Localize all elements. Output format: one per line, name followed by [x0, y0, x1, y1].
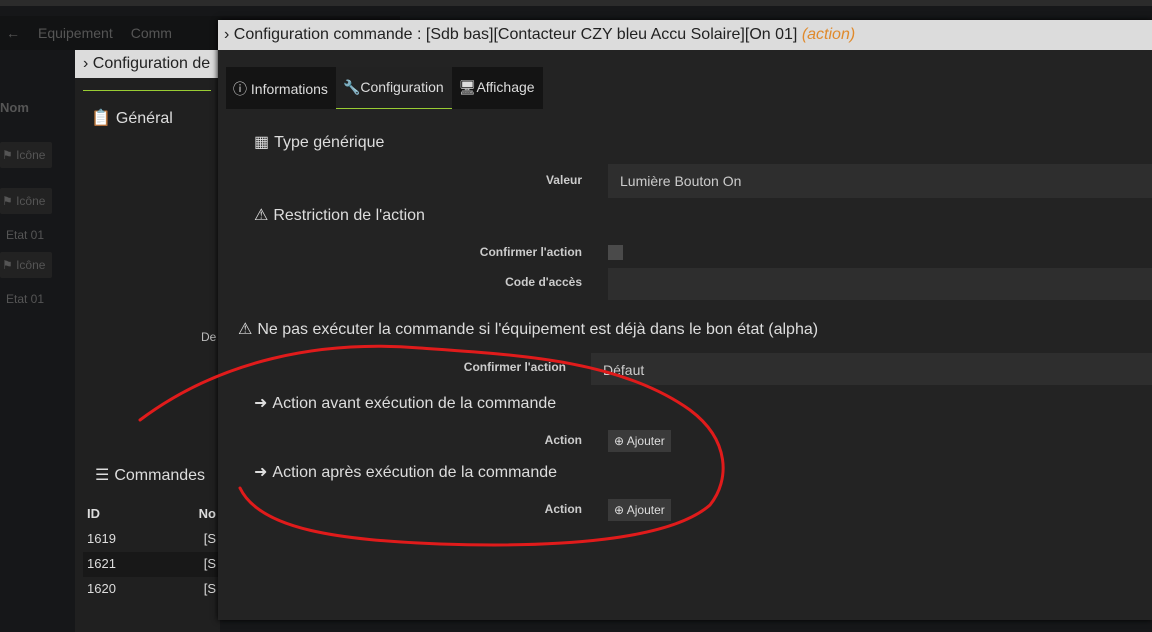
tab-informations[interactable]: ⓘ Informations: [226, 67, 336, 109]
commands-table: ID No 1619 [S 1621 [S 1620 [S: [83, 502, 220, 602]
section-commandes: ☰ Commandes: [95, 467, 206, 484]
state-label: Etat 01: [6, 228, 45, 242]
label-action: Action: [544, 502, 582, 516]
equipment-config-panel: › Configuration de 📋 Général De ☰ Commande…: [75, 50, 220, 632]
table-row[interactable]: 1621 [S: [83, 552, 220, 577]
add-action-after-button[interactable]: ⊕ Ajouter: [608, 499, 671, 521]
tab-bar: ⓘ Informations 🔧Configuration 🖥Affichage: [226, 67, 543, 109]
tab-commandes[interactable]: Comm: [131, 25, 172, 41]
label-confirm: Confirmer l'action: [479, 245, 582, 259]
icon-button[interactable]: ⚑ Icône: [0, 188, 52, 214]
monitor-icon: 🖥: [458, 79, 477, 95]
access-code-input[interactable]: [608, 268, 1152, 300]
generic-type-select[interactable]: Lumière Bouton On: [608, 164, 1152, 198]
sign-out-icon: ➜: [254, 395, 268, 412]
info-icon: ⓘ: [233, 81, 251, 97]
icon-button[interactable]: ⚑ Icône: [0, 142, 52, 168]
building-icon: ▦: [254, 134, 270, 151]
tab-affichage[interactable]: 🖥Affichage: [452, 67, 543, 109]
plus-circle-icon: ⊕: [614, 434, 627, 448]
section-type-generique: ▦ Type générique: [254, 134, 385, 151]
label-valeur: Valeur: [545, 173, 582, 187]
list-icon: ☰: [95, 467, 110, 484]
icon-button[interactable]: ⚑ Icône: [0, 252, 52, 278]
warning-icon: ⚠: [238, 321, 253, 338]
alpha-select[interactable]: Défaut: [591, 353, 1152, 385]
table-header: ID No: [87, 506, 216, 521]
field-label: De: [201, 330, 217, 344]
label-code: Code d'accès: [505, 275, 582, 289]
modal-title: › Configuration commande : [Sdb bas][Con…: [218, 20, 1152, 50]
section-action-apres: ➜ Action après exécution de la commande: [254, 464, 558, 481]
sign-out-icon: ➜: [254, 464, 268, 481]
section-alpha: ⚠ Ne pas exécuter la commande si l'équipe…: [238, 321, 819, 338]
confirm-action-checkbox[interactable]: [608, 245, 623, 260]
wrench-icon: 🔧: [342, 79, 361, 95]
command-config-modal: › Configuration commande : [Sdb bas][Con…: [218, 20, 1152, 620]
divider: [83, 90, 211, 91]
state-label: Etat 01: [6, 292, 45, 306]
tab-configuration[interactable]: 🔧Configuration: [335, 67, 452, 109]
tab-equipement[interactable]: Equipement: [38, 25, 113, 41]
section-action-avant: ➜ Action avant exécution de la commande: [254, 395, 557, 412]
panel-header: › Configuration de: [75, 50, 220, 78]
table-row[interactable]: 1619 [S: [83, 527, 220, 552]
add-action-before-button[interactable]: ⊕ Ajouter: [608, 430, 671, 452]
top-strip: [0, 0, 1152, 6]
column-header-nom: Nom: [0, 100, 29, 115]
label-confirm-alpha: Confirmer l'action: [463, 360, 566, 374]
background-column: Nom ⚑ Icône ⚑ Icône Etat 01 ⚑ Icône Etat…: [0, 50, 75, 632]
section-general: 📋 Général: [91, 110, 173, 127]
back-icon[interactable]: ←: [6, 25, 20, 41]
clipboard-icon: 📋: [91, 110, 111, 127]
plus-circle-icon: ⊕: [614, 503, 627, 517]
table-row[interactable]: 1620 [S: [83, 577, 220, 602]
label-action: Action: [544, 433, 582, 447]
section-restriction: ⚠ Restriction de l'action: [254, 207, 425, 224]
warning-icon: ⚠: [254, 207, 269, 224]
